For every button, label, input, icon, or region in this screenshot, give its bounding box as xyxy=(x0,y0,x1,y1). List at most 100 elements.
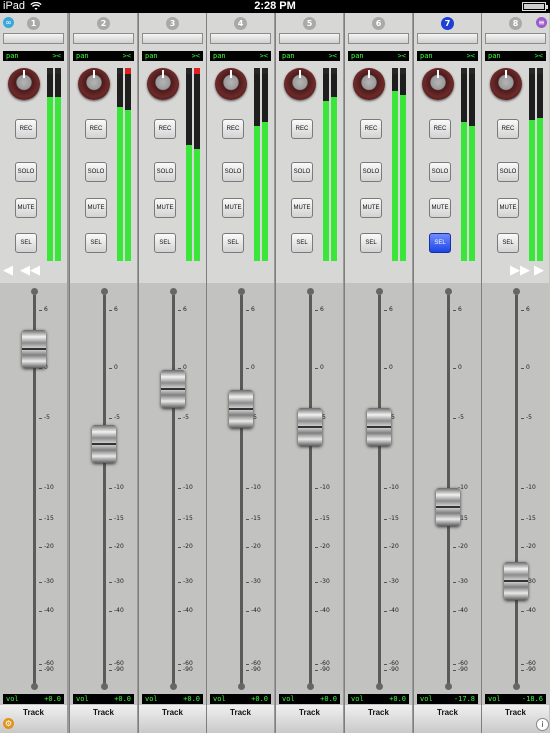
scale-tick xyxy=(384,582,387,583)
mute-button[interactable]: MUTE xyxy=(154,198,176,218)
pan-knob[interactable] xyxy=(422,68,454,100)
bank-right-double-icon[interactable]: ▶▶ xyxy=(510,264,530,278)
channel-number[interactable]: 8 xyxy=(509,17,522,30)
channel-number[interactable]: 3 xyxy=(166,17,179,30)
pan-knob[interactable] xyxy=(78,68,110,100)
scale-tick xyxy=(246,547,249,548)
record-button[interactable]: REC xyxy=(222,119,244,139)
volume-fader-handle[interactable] xyxy=(161,370,185,408)
volume-fader-handle[interactable] xyxy=(92,425,116,463)
select-button[interactable]: SEL xyxy=(497,233,519,253)
vol-value: +0.0 xyxy=(44,695,61,703)
mute-button[interactable]: MUTE xyxy=(85,198,107,218)
select-button[interactable]: SEL xyxy=(360,233,382,253)
select-button[interactable]: SEL xyxy=(15,233,37,253)
bank-right-icon[interactable]: ▶ xyxy=(534,264,550,278)
solo-button[interactable]: SOLO xyxy=(154,162,176,182)
scale-tick xyxy=(109,547,112,548)
mute-button[interactable]: MUTE xyxy=(291,198,313,218)
volume-fader-handle[interactable] xyxy=(229,390,253,428)
track-label-button[interactable]: Track xyxy=(207,705,274,733)
scale-label: -90 xyxy=(183,666,193,673)
record-button[interactable]: REC xyxy=(154,119,176,139)
pan-label: pan xyxy=(76,52,89,60)
vol-label: vol xyxy=(213,695,226,703)
settings-icon[interactable]: ⚙ xyxy=(3,718,14,729)
select-button[interactable]: SEL xyxy=(85,233,107,253)
track-name-field[interactable] xyxy=(73,33,134,44)
meter-fill xyxy=(254,126,260,261)
scale-label: -20 xyxy=(320,543,330,550)
track-label-button[interactable]: Track xyxy=(70,705,137,733)
bank-left-icon[interactable]: ◀ xyxy=(3,264,19,278)
record-button[interactable]: REC xyxy=(429,119,451,139)
select-button[interactable]: SEL xyxy=(154,233,176,253)
mute-button[interactable]: MUTE xyxy=(429,198,451,218)
volume-fader-handle[interactable] xyxy=(367,408,391,446)
select-button[interactable]: SEL xyxy=(222,233,244,253)
record-button[interactable]: REC xyxy=(15,119,37,139)
solo-button[interactable]: SOLO xyxy=(15,162,37,182)
mute-button[interactable]: MUTE xyxy=(222,198,244,218)
channel-strip: 3 pan >< REC SOLO MUTE SEL 6 0 -5 -10 -15 -20 -30 -40-… xyxy=(138,13,206,733)
track-label-button[interactable]: Track xyxy=(276,705,343,733)
pan-knob[interactable] xyxy=(147,68,179,100)
scale-tick xyxy=(521,670,524,671)
level-meter xyxy=(323,68,329,261)
track-label-button[interactable]: Track xyxy=(139,705,206,733)
scale-label: -20 xyxy=(526,543,536,550)
volume-fader-handle[interactable] xyxy=(22,330,46,368)
solo-button[interactable]: SOLO xyxy=(85,162,107,182)
mute-button[interactable]: MUTE xyxy=(360,198,382,218)
select-button[interactable]: SEL xyxy=(291,233,313,253)
pan-knob[interactable] xyxy=(215,68,247,100)
track-name-field[interactable] xyxy=(210,33,271,44)
link-icon[interactable]: ∞ xyxy=(3,17,14,28)
pan-knob[interactable] xyxy=(284,68,316,100)
track-label-button[interactable]: Track xyxy=(414,705,481,733)
track-name-field[interactable] xyxy=(142,33,203,44)
record-button[interactable]: REC xyxy=(291,119,313,139)
pan-knob[interactable] xyxy=(490,68,522,100)
mute-button[interactable]: MUTE xyxy=(15,198,37,218)
channel-number[interactable]: 1 xyxy=(27,17,40,30)
channel-number[interactable]: 6 xyxy=(372,17,385,30)
menu-icon[interactable]: ≡ xyxy=(536,17,547,28)
scale-tick xyxy=(109,488,112,489)
record-button[interactable]: REC xyxy=(85,119,107,139)
channel-number[interactable]: 5 xyxy=(303,17,316,30)
solo-button[interactable]: SOLO xyxy=(222,162,244,182)
pan-knob[interactable] xyxy=(353,68,385,100)
solo-button[interactable]: SOLO xyxy=(360,162,382,182)
track-name-field[interactable] xyxy=(417,33,478,44)
solo-button[interactable]: SOLO xyxy=(429,162,451,182)
channel-number[interactable]: 4 xyxy=(234,17,247,30)
scale-label: -15 xyxy=(251,515,261,522)
record-button[interactable]: REC xyxy=(497,119,519,139)
track-name-field[interactable] xyxy=(279,33,340,44)
solo-button[interactable]: SOLO xyxy=(497,162,519,182)
track-label-button[interactable]: Track xyxy=(345,705,412,733)
info-icon[interactable]: i xyxy=(536,718,549,731)
volume-fader-handle[interactable] xyxy=(298,408,322,446)
scale-label: -5 xyxy=(458,414,464,421)
level-meter xyxy=(194,68,200,261)
channel-number[interactable]: 7 xyxy=(441,17,454,30)
select-button[interactable]: SEL xyxy=(429,233,451,253)
scale-tick xyxy=(39,418,42,419)
volume-fader-handle[interactable] xyxy=(436,488,460,526)
bank-left-double-icon[interactable]: ◀◀ xyxy=(20,264,40,278)
track-name-field[interactable] xyxy=(485,33,546,44)
track-name-field[interactable] xyxy=(3,33,64,44)
pan-knob[interactable] xyxy=(8,68,40,100)
volume-fader-handle[interactable] xyxy=(504,562,528,600)
solo-button[interactable]: SOLO xyxy=(291,162,313,182)
channel-number[interactable]: 2 xyxy=(97,17,110,30)
record-button[interactable]: REC xyxy=(360,119,382,139)
scale-tick xyxy=(315,664,318,665)
scale-label: 0 xyxy=(458,364,462,371)
scale-tick xyxy=(178,368,181,369)
track-name-field[interactable] xyxy=(348,33,409,44)
level-meter xyxy=(469,68,475,261)
mute-button[interactable]: MUTE xyxy=(497,198,519,218)
